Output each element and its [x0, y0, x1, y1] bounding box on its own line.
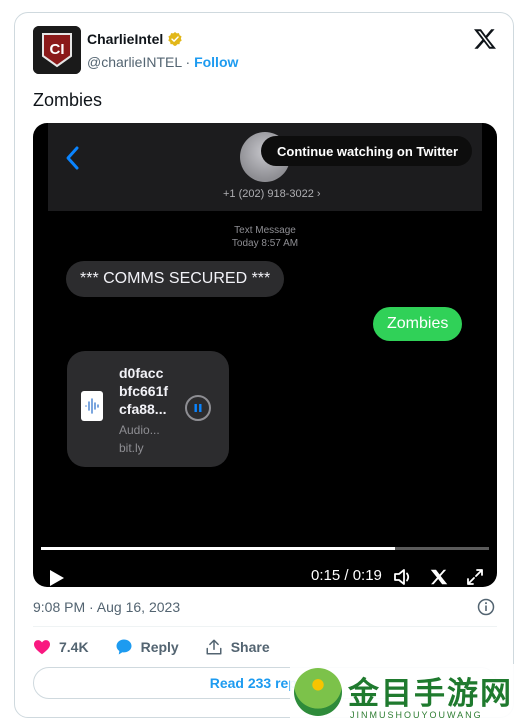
volume-icon[interactable] — [393, 568, 413, 586]
outgoing-message-text: Zombies — [387, 315, 449, 332]
info-icon[interactable] — [477, 598, 495, 616]
share-icon — [206, 639, 222, 655]
chevron-left-icon — [66, 146, 79, 170]
audio-pause-button — [185, 395, 211, 421]
play-icon[interactable] — [49, 569, 65, 587]
audio-title: d0facc bfc661f cfa88... — [119, 364, 168, 418]
continue-watching-label: Continue watching on Twitter — [277, 143, 459, 159]
reply-button[interactable]: Reply — [115, 638, 179, 656]
watermark: 金目手游网 JINMUSHOUYOUWANG — [290, 664, 528, 727]
video-progress-fill — [41, 547, 395, 550]
audio-type: Audio... — [119, 423, 160, 437]
tweet-actions: 7.4K Reply Share — [33, 638, 296, 656]
verified-badge-icon — [168, 32, 182, 46]
expand-icon[interactable] — [466, 568, 484, 586]
continue-watching-button[interactable]: Continue watching on Twitter — [261, 136, 473, 166]
video-time: 0:15 / 0:19 — [311, 567, 382, 584]
avatar[interactable]: CI — [33, 26, 81, 74]
svg-text:CI: CI — [50, 41, 65, 58]
reply-bubble-icon — [116, 639, 132, 655]
audio-title-line-1: d0facc — [119, 365, 164, 381]
incoming-message-text: *** COMMS SECURED *** — [80, 270, 271, 287]
watermark-logo-icon — [294, 668, 342, 716]
like-button[interactable]: 7.4K — [33, 639, 89, 655]
handle-row: @charlieINTEL · Follow — [87, 54, 238, 70]
audio-file-icon — [81, 391, 103, 421]
pause-icon — [194, 404, 202, 412]
reply-label: Reply — [140, 639, 179, 655]
divider — [33, 626, 497, 627]
separator-dot: · — [185, 54, 191, 70]
author-handle[interactable]: @charlieINTEL — [87, 54, 182, 70]
audio-domain: bit.ly — [119, 441, 144, 455]
charlieintel-logo: CI — [33, 26, 81, 74]
sms-meta-type: Text Message — [234, 225, 296, 236]
audio-title-line-2: bfc661f — [119, 383, 169, 399]
like-count: 7.4K — [59, 639, 89, 655]
outgoing-message-bubble: Zombies — [373, 307, 463, 341]
watermark-subtext: JINMUSHOUYOUWANG — [350, 710, 483, 720]
sms-meta-time: Today 8:57 AM — [231, 238, 299, 249]
audio-subtitle: Audio... bit.ly — [119, 421, 160, 457]
incoming-message-bubble: *** COMMS SECURED *** — [66, 261, 285, 297]
contact-number: +1 (202) 918-3022 › — [223, 188, 321, 200]
tweet-card: CI CharlieIntel @charlieINTEL · Follow Z… — [14, 12, 514, 718]
waveform-icon — [85, 398, 99, 414]
share-label: Share — [230, 639, 270, 655]
x-logo-icon[interactable] — [473, 27, 497, 51]
tweet-timestamp[interactable]: 9:08 PM · Aug 16, 2023 — [33, 599, 180, 615]
author-name[interactable]: CharlieIntel — [87, 31, 163, 47]
follow-button[interactable]: Follow — [194, 54, 238, 70]
video-progress-bar[interactable] — [41, 547, 489, 550]
audio-title-line-3: cfa88... — [119, 401, 167, 417]
audio-attachment-bubble: d0facc bfc661f cfa88... Audio... bit.ly — [67, 351, 229, 467]
share-button[interactable]: Share — [205, 638, 270, 656]
x-icon[interactable] — [430, 568, 448, 586]
heart-icon — [34, 640, 50, 655]
tweet-text: Zombies — [33, 90, 103, 110]
author-row: CharlieIntel — [87, 31, 183, 47]
watermark-text: 金目手游网 — [348, 676, 513, 712]
video-player[interactable]: +1 (202) 918-3022 › Continue watching on… — [33, 123, 497, 587]
